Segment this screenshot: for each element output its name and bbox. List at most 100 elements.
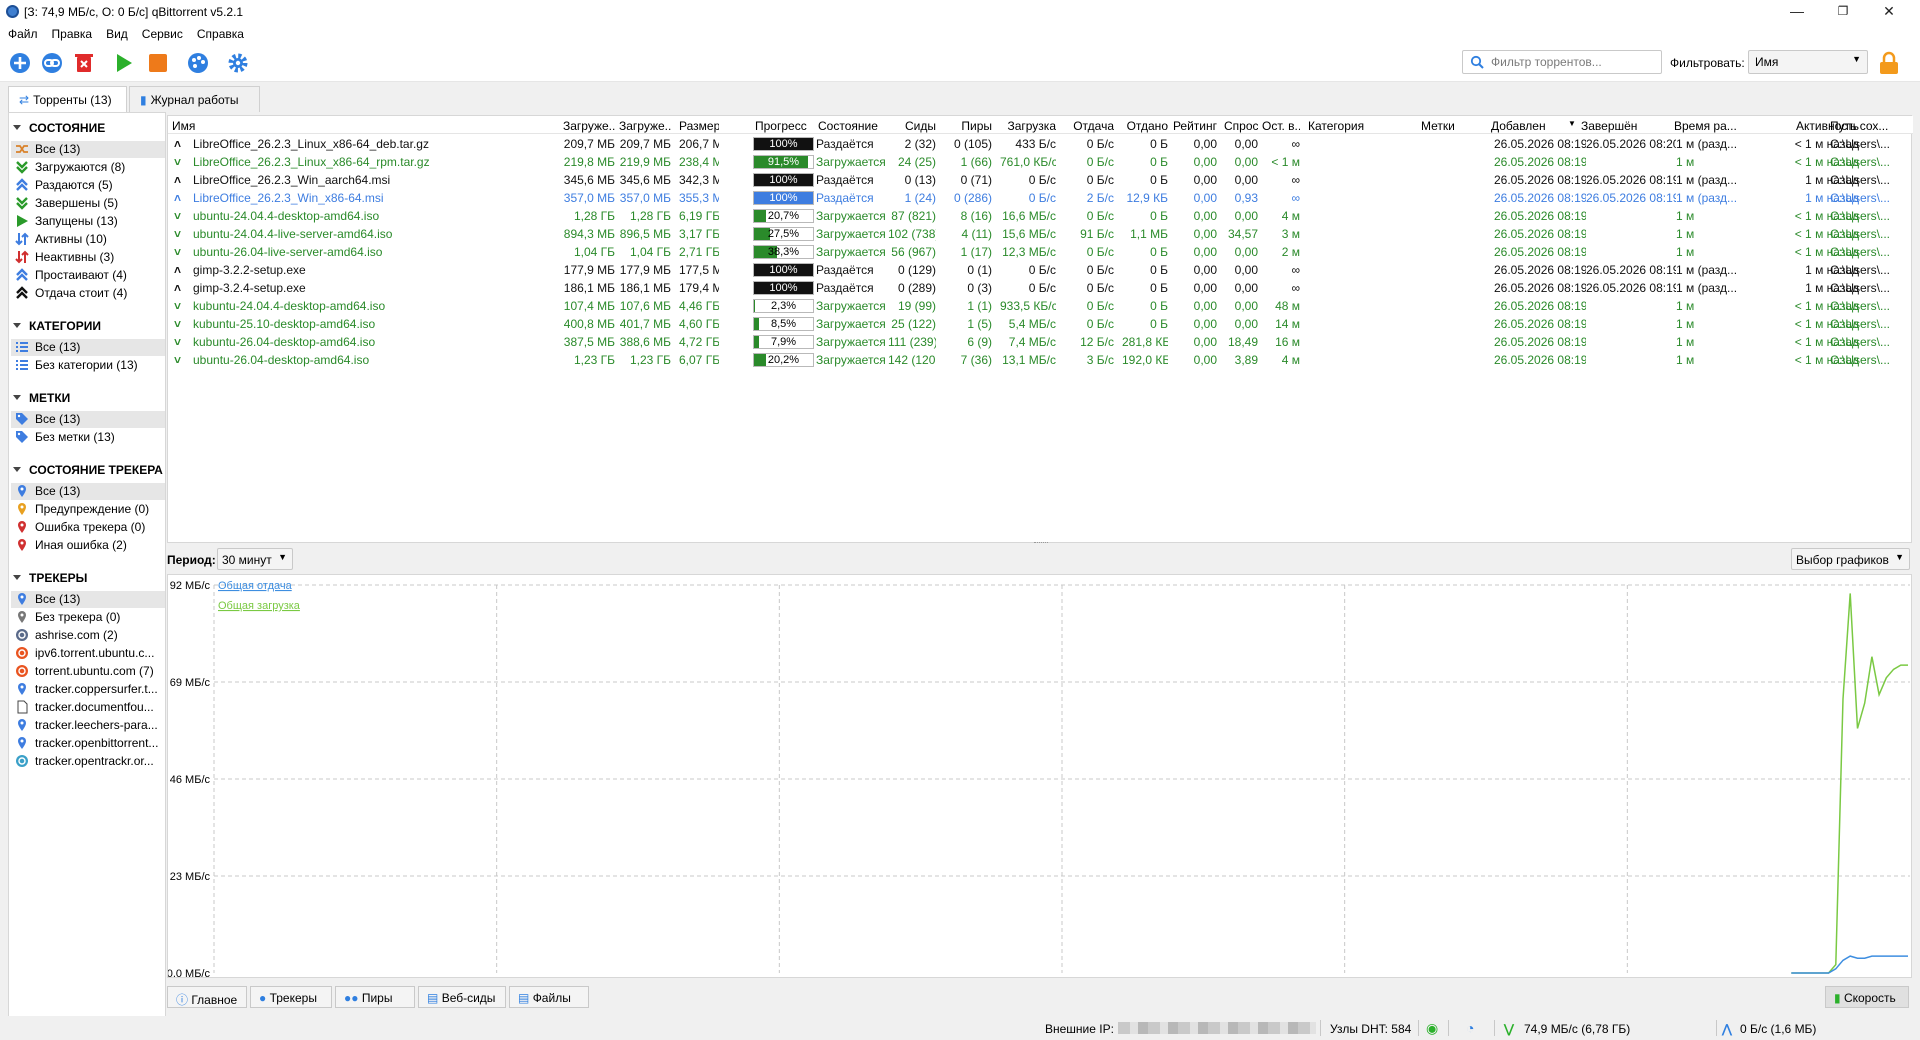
torrent-row[interactable]: ˅ kubuntu-25.10-desktop-amd64.iso 400,8 МБ…	[168, 315, 1913, 333]
upload-speed[interactable]: 0 Б/с (1,6 МБ)	[1740, 1022, 1816, 1036]
menu-help[interactable]: Справка	[189, 24, 250, 41]
torrent-row[interactable]: ˅ LibreOffice_26.2.3_Linux_x86-64_rpm.tar…	[168, 153, 1913, 171]
sidebar-item[interactable]: Без категории (13)	[11, 357, 165, 374]
torrent-row[interactable]: ˅ kubuntu-24.04.4-desktop-amd64.iso 107,4 …	[168, 297, 1913, 315]
column-header[interactable]: Спрос	[1224, 119, 1258, 133]
column-header[interactable]: Отдача	[1068, 119, 1114, 133]
options-palette-button[interactable]	[186, 51, 210, 75]
tab-files[interactable]: ▤ Файлы	[509, 986, 589, 1008]
sidebar-item[interactable]: Без трекера (0)	[11, 609, 165, 626]
sidebar-item[interactable]: Все (13)	[11, 483, 165, 500]
column-header[interactable]: Прогресс	[755, 119, 815, 133]
filter-by-select[interactable]: Имя ▼	[1748, 50, 1868, 74]
sidebar-item[interactable]: Неактивны (3)	[11, 249, 165, 266]
splitter-handle[interactable]	[1034, 542, 1048, 544]
connection-ok-icon[interactable]: ◉	[1426, 1020, 1438, 1037]
column-header[interactable]: Сиды	[888, 119, 936, 133]
torrent-row[interactable]: ˄ LibreOffice_26.2.3_Linux_x86-64_deb.tar…	[168, 135, 1913, 153]
sidebar-item[interactable]: tracker.opentrackr.or...	[11, 753, 165, 770]
sidebar-item[interactable]: Предупреждение (0)	[11, 501, 165, 518]
column-header[interactable]: Загрузка	[1000, 119, 1056, 133]
remove-torrent-button[interactable]	[72, 51, 96, 75]
menu-tools[interactable]: Сервис	[134, 24, 189, 41]
column-header[interactable]: Размер	[679, 119, 719, 133]
start-button[interactable]	[112, 51, 136, 75]
torrent-row[interactable]: ˅ ubuntu-26.04-live-server-amd64.iso 1,04 …	[168, 243, 1913, 261]
sidebar-item[interactable]: Все (13)	[11, 339, 165, 356]
sidebar-item[interactable]: Все (13)	[11, 411, 165, 428]
column-header[interactable]: Метки	[1421, 119, 1481, 133]
torrent-row[interactable]: ˅ ubuntu-24.04.4-live-server-amd64.iso 894…	[168, 225, 1913, 243]
column-header[interactable]: Пиры	[948, 119, 992, 133]
sidebar-item[interactable]: tracker.documentfou...	[11, 699, 165, 716]
column-header[interactable]: Категория	[1308, 119, 1372, 133]
sidebar-item[interactable]: Загружаются (8)	[11, 159, 165, 176]
lock-icon[interactable]	[1876, 50, 1902, 76]
tab-torrents[interactable]: ⇄ Торренты (13)	[8, 86, 127, 113]
sidebar-section-header[interactable]: МЕТКИ	[13, 391, 70, 405]
column-header[interactable]: Имя	[172, 119, 472, 133]
sidebar-item[interactable]: Раздаются (5)	[11, 177, 165, 194]
sidebar-item[interactable]: Активны (10)	[11, 231, 165, 248]
sidebar-item[interactable]: tracker.coppersurfer.t...	[11, 681, 165, 698]
download-speed[interactable]: 74,9 МБ/с (6,78 ГБ)	[1524, 1022, 1630, 1036]
settings-button[interactable]	[226, 51, 250, 75]
column-header[interactable]: Время ра...	[1674, 119, 1752, 133]
cell-dl: 13,1 МБ/с	[1002, 353, 1056, 367]
menu-view[interactable]: Вид	[98, 24, 134, 41]
tab-speed[interactable]: ▮ Скорость	[1825, 986, 1909, 1008]
torrent-row[interactable]: ˄ gimp-3.2.2-setup.exe 177,9 МБ 177,9 МБ 177…	[168, 261, 1913, 279]
column-header[interactable]: Загруже...	[619, 119, 671, 133]
sidebar-item[interactable]: Иная ошибка (2)	[11, 537, 165, 554]
torrent-row[interactable]: ˅ ubuntu-26.04-desktop-amd64.iso 1,23 ГБ 1,…	[168, 351, 1913, 369]
sidebar-item[interactable]: Завершены (5)	[11, 195, 165, 212]
tab-log[interactable]: ▮ Журнал работы	[129, 86, 260, 112]
sidebar-item[interactable]: Все (13)	[11, 141, 165, 158]
column-header[interactable]: Завершён	[1581, 119, 1661, 133]
torrent-row[interactable]: ˅ ubuntu-24.04.4-desktop-amd64.iso 1,28 ГБ…	[168, 207, 1913, 225]
sidebar-item[interactable]: ipv6.torrent.ubuntu.c...	[11, 645, 165, 662]
column-header[interactable]: Путь сох...	[1830, 119, 1910, 133]
menu-file[interactable]: Файл	[0, 24, 44, 41]
sidebar-item[interactable]: tracker.openbittorrent...	[11, 735, 165, 752]
menu-edit[interactable]: Правка	[44, 24, 99, 41]
sidebar-item[interactable]: Запущены (13)	[11, 213, 165, 230]
torrent-row[interactable]: ˅ kubuntu-26.04-desktop-amd64.iso 387,5 МБ…	[168, 333, 1913, 351]
tab-webseeds[interactable]: ▤ Веб-сиды	[418, 986, 506, 1008]
sidebar-item[interactable]: torrent.ubuntu.com (7)	[11, 663, 165, 680]
restore-button[interactable]: ❐	[1820, 0, 1866, 24]
sidebar-section-header[interactable]: ТРЕКЕРЫ	[13, 571, 87, 585]
period-select[interactable]: 30 минут ▼	[217, 548, 293, 570]
tab-general[interactable]: ⓘ Главное	[167, 986, 247, 1008]
sidebar-item[interactable]: Без метки (13)	[11, 429, 165, 446]
column-header[interactable]: Рейтинг	[1171, 119, 1217, 133]
torrent-row[interactable]: ˄ LibreOffice_26.2.3_Win_aarch64.msi 345,6…	[168, 171, 1913, 189]
column-header[interactable]: Состояние	[818, 119, 884, 133]
cell-added: 26.05.2026 08:19	[1494, 335, 1586, 349]
stop-button[interactable]	[146, 51, 170, 75]
speed-limit-icon[interactable]: ◔	[1466, 1020, 1474, 1036]
sidebar-item[interactable]: Ошибка трекера (0)	[11, 519, 165, 536]
sidebar-item[interactable]: Простаивают (4)	[11, 267, 165, 284]
column-header[interactable]: Отдано	[1122, 119, 1168, 133]
add-torrent-link-button[interactable]	[40, 51, 64, 75]
graph-select[interactable]: Выбор графиков ▼	[1791, 548, 1910, 570]
tab-trackers[interactable]: ● Трекеры	[250, 986, 332, 1008]
column-header[interactable]: Добавлен	[1491, 119, 1569, 133]
add-torrent-file-button[interactable]	[8, 51, 32, 75]
torrent-filter-input[interactable]: Фильтр торрентов...	[1462, 50, 1662, 74]
close-window-button[interactable]: ✕	[1866, 0, 1912, 24]
minimize-button[interactable]: —	[1774, 0, 1820, 24]
sidebar-section-header[interactable]: СОСТОЯНИЕ ТРЕКЕРА	[13, 463, 163, 477]
sidebar-item[interactable]: tracker.leechers-para...	[11, 717, 165, 734]
torrent-row[interactable]: ˄ gimp-3.2.4-setup.exe 186,1 МБ 186,1 МБ 179…	[168, 279, 1913, 297]
torrent-row[interactable]: ˄ LibreOffice_26.2.3_Win_x86-64.msi 357,0 …	[168, 189, 1913, 207]
sidebar-item[interactable]: Отдача стоит (4)	[11, 285, 165, 302]
sidebar-section-header[interactable]: СОСТОЯНИЕ	[13, 121, 105, 135]
column-header[interactable]: Ост. в...	[1262, 119, 1300, 133]
column-header[interactable]: Загруже...	[563, 119, 615, 133]
tab-peers[interactable]: ●● Пиры	[335, 986, 415, 1008]
sidebar-item[interactable]: Все (13)	[11, 591, 165, 608]
sidebar-section-header[interactable]: КАТЕГОРИИ	[13, 319, 101, 333]
sidebar-item[interactable]: ashrise.com (2)	[11, 627, 165, 644]
